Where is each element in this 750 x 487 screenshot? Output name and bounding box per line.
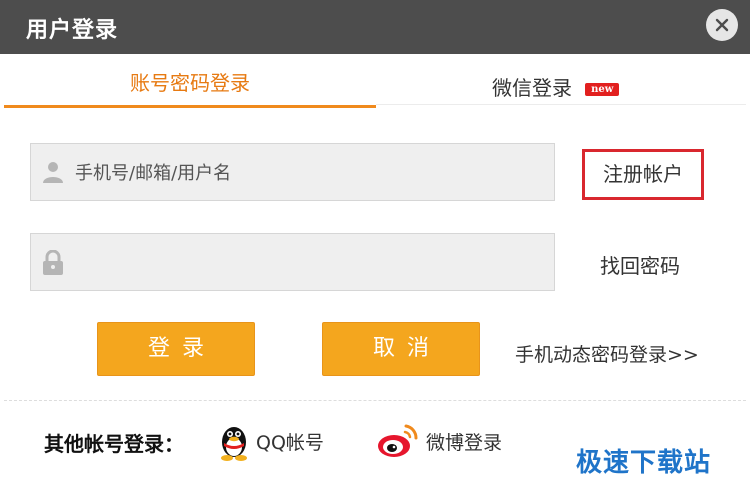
password-input[interactable] — [75, 246, 535, 280]
weibo-login-label: 微博登录 — [426, 432, 503, 454]
username-field-box — [30, 143, 555, 201]
divider — [4, 400, 746, 401]
qq-login-label: QQ帐号 — [256, 432, 324, 454]
sms-login-link[interactable]: 手机动态密码登录>> — [515, 340, 699, 367]
username-input[interactable] — [75, 156, 535, 190]
tab-wechat-label: 微信登录 — [492, 76, 572, 100]
tab-divider — [376, 104, 746, 105]
new-badge: new — [585, 83, 620, 96]
other-login-label: 其他帐号登录： — [44, 432, 184, 456]
weibo-icon — [378, 424, 418, 457]
close-icon — [715, 18, 729, 32]
close-button[interactable] — [706, 9, 738, 41]
register-account-link[interactable]: 注册帐户 — [582, 149, 704, 200]
lock-icon — [43, 250, 63, 275]
qq-penguin-icon — [221, 427, 247, 461]
window-title: 用户登录 — [26, 18, 119, 43]
title-bar: 用户登录 — [0, 0, 750, 54]
tab-account-password-label: 账号密码登录 — [130, 71, 250, 95]
login-button[interactable]: 登录 — [97, 322, 255, 376]
tab-wechat[interactable]: 微信登录 new — [492, 72, 620, 102]
cancel-button[interactable]: 取消 — [322, 322, 480, 376]
login-panel: 账号密码登录 微信登录 new 注册帐户 找回密码 登录 取消 手机动态密码登录… — [4, 54, 746, 487]
watermark-text: 极速下载站 — [576, 448, 712, 478]
forgot-password-link[interactable]: 找回密码 — [600, 250, 680, 279]
password-field-box — [30, 233, 555, 291]
tab-account-password[interactable]: 账号密码登录 — [4, 54, 376, 108]
user-icon — [43, 162, 63, 183]
